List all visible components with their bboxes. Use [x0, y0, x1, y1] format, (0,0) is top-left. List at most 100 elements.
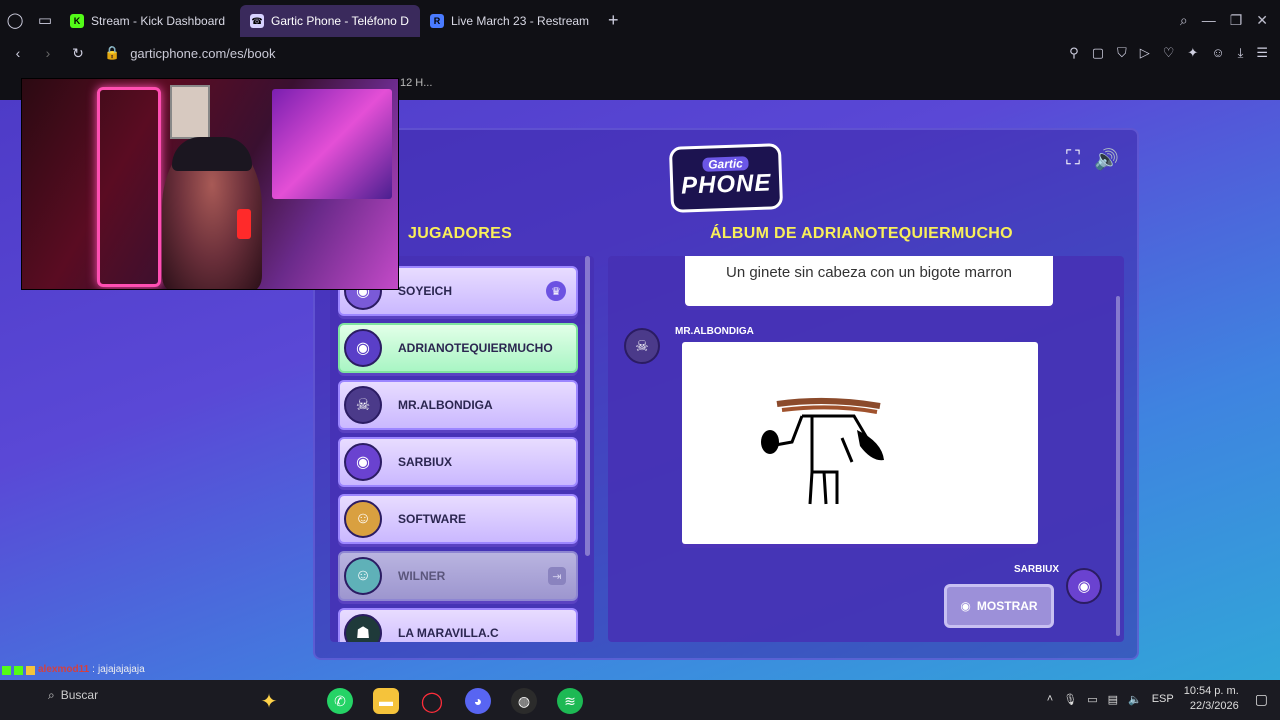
player-name: ADRIANOTEQUIERMUCHO	[398, 341, 553, 355]
player-name: WILNER	[398, 569, 446, 583]
snapshot-icon[interactable]: ▢	[1092, 45, 1104, 61]
wall-poster	[170, 85, 210, 139]
player-row[interactable]: ◉ ADRIANOTEQUIERMUCHO	[338, 323, 578, 373]
tab-overview-icon[interactable]: ▭	[30, 0, 60, 40]
show-button-label: MOSTRAR	[976, 599, 1038, 613]
neon-light	[97, 87, 161, 287]
address-bar: ‹ › ↻ 🔒 garticphone.com/es/book ⚲ ▢ ⛉ ▷ …	[0, 40, 1280, 66]
next-author-name: SARBIUX	[1014, 564, 1060, 575]
chat-badge-icon	[2, 665, 11, 675]
album-heading: ÁLBUM DE ADRIANOTEQUIERMUCHO	[710, 225, 1013, 242]
tab-label: Gartic Phone - Teléfono D	[271, 14, 409, 28]
opera-logo-icon[interactable]: ◯	[0, 0, 30, 40]
headless-rider-drawing	[761, 397, 884, 505]
next-author-avatar: ◉	[1066, 568, 1102, 604]
players-scrollbar[interactable]	[585, 256, 590, 556]
bookmark-item[interactable]: 12 H...	[400, 77, 432, 89]
taskbar-search[interactable]: ⌕ Buscar	[48, 688, 98, 703]
player-row[interactable]: ☗ LA MARAVILLA.C	[338, 608, 578, 642]
search-icon[interactable]: ⌕	[1180, 12, 1188, 29]
whatsapp-icon[interactable]: ✆	[327, 688, 353, 714]
player-avatar: ◉	[344, 329, 382, 367]
player-name: SOYEICH	[398, 284, 453, 298]
heart-icon[interactable]: ♡	[1163, 45, 1175, 61]
drawing-canvas	[682, 342, 1038, 544]
tab-label: Stream - Kick Dashboard	[91, 14, 226, 28]
chat-separator: :	[92, 664, 95, 675]
back-icon[interactable]: ‹	[6, 45, 30, 61]
drawing-author-avatar: ☠	[624, 328, 660, 364]
network-icon[interactable]: ▤	[1108, 693, 1118, 706]
player-row[interactable]: ☺ WILNER ⇥	[338, 551, 578, 601]
players-list: ◉ SOYEICH ♛ ◉ ADRIANOTEQUIERMUCHO ☠ MR.ALBONDI…	[330, 256, 594, 642]
spotify-icon[interactable]: ≋	[557, 688, 583, 714]
window-controls: ⌕ — ❐ ✕	[1180, 12, 1280, 29]
plus-icon[interactable]: +	[608, 10, 619, 31]
discord-icon[interactable]: ◕	[465, 688, 491, 714]
player-avatar: ☠	[344, 386, 382, 424]
player-name: LA MARAVILLA.C	[398, 626, 499, 640]
chat-badge-icon	[26, 665, 35, 675]
menu-icon[interactable]: ☰	[1256, 45, 1268, 61]
windows-taskbar: ⌕ Buscar ✦ ✆ ▬ ◯ ◕ ◍ ≋ ˄ 🎙 ▭ ▤ 🔈 ESP 10:…	[0, 680, 1280, 720]
drawing-author-name: MR.ALBONDIGA	[675, 326, 754, 337]
tab-favicon-icon: ☎	[250, 14, 264, 28]
microphone-icon[interactable]: 🎙	[1063, 693, 1077, 706]
album-panel: Un ginete sin cabeza con un bigote marro…	[608, 256, 1124, 642]
album-scrollbar[interactable]	[1116, 296, 1120, 636]
background-screen	[272, 89, 392, 199]
browser-tab[interactable]: R Live March 23 - Restream	[420, 5, 600, 37]
browser-tab[interactable]: ☎ Gartic Phone - Teléfono D	[240, 5, 420, 37]
opera-icon[interactable]: ◯	[419, 688, 445, 714]
players-heading: JUGADORES	[408, 225, 513, 242]
play-icon[interactable]: ▷	[1140, 45, 1150, 61]
shield-icon[interactable]: ⛉	[1117, 45, 1127, 61]
tab-strip: K Stream - Kick Dashboard ☎ Gartic Phone - …	[60, 3, 600, 37]
game-header-icons: ⛶ 🔊	[1066, 147, 1119, 172]
player-name: MR.ALBONDIGA	[398, 398, 493, 412]
disconnected-icon: ⇥	[548, 567, 566, 585]
copilot-icon[interactable]: ✦	[256, 688, 282, 714]
player-row[interactable]: ◉ SARBIUX	[338, 437, 578, 487]
chat-badge-icon	[14, 665, 23, 675]
show-button[interactable]: ◉ MOSTRAR	[944, 584, 1054, 628]
maximize-icon[interactable]: ❐	[1230, 12, 1243, 29]
clock[interactable]: 10:54 p. m. 22/3/2026	[1184, 684, 1239, 714]
speaker-icon[interactable]: 🔈	[1128, 693, 1142, 706]
notifications-icon[interactable]: ▢	[1255, 691, 1268, 708]
account-icon[interactable]: ☺	[1211, 45, 1224, 61]
chevron-up-icon[interactable]: ˄	[1047, 693, 1053, 705]
folder-icon[interactable]: ▬	[373, 688, 399, 714]
pin-icon[interactable]: ⚲	[1069, 45, 1079, 61]
obs-icon[interactable]: ◍	[511, 688, 537, 714]
url-field[interactable]: 🔒 garticphone.com/es/book	[104, 45, 275, 61]
player-avatar: ☺	[344, 500, 382, 538]
volume-icon[interactable]: 🔊	[1094, 147, 1119, 172]
language-indicator[interactable]: ESP	[1152, 693, 1174, 705]
close-icon[interactable]: ✕	[1256, 12, 1268, 29]
caption-card: Un ginete sin cabeza con un bigote marro…	[685, 256, 1053, 306]
reload-icon[interactable]: ↻	[66, 45, 90, 62]
download-icon[interactable]: ⤓	[1238, 45, 1244, 61]
battery-icon[interactable]: ▭	[1087, 693, 1097, 706]
streamer-cap	[172, 137, 252, 171]
webcam-overlay	[21, 78, 399, 290]
player-row[interactable]: ☠ MR.ALBONDIGA	[338, 380, 578, 430]
player-avatar: ☗	[344, 614, 382, 642]
forward-icon[interactable]: ›	[36, 45, 60, 61]
chat-message: jajajajajaja	[97, 664, 145, 675]
extensions-icon[interactable]: ✦	[1187, 45, 1198, 61]
microphone	[237, 209, 251, 239]
url-text: garticphone.com/es/book	[130, 45, 276, 61]
tab-label: Live March 23 - Restream	[451, 14, 590, 28]
browser-tab[interactable]: K Stream - Kick Dashboard	[60, 5, 240, 37]
tab-favicon-icon: K	[70, 14, 84, 28]
gartic-phone-logo: Gartic PHONE	[668, 143, 784, 213]
player-row[interactable]: ☺ SOFTWARE	[338, 494, 578, 544]
minimize-icon[interactable]: —	[1202, 12, 1216, 29]
search-icon: ⌕	[48, 688, 55, 702]
clock-date: 22/3/2026	[1189, 700, 1239, 712]
browser-tab-bar: ◯ ▭ K Stream - Kick Dashboard ☎ Gartic Phon…	[0, 0, 1280, 40]
logo-bottom-text: PHONE	[680, 169, 772, 200]
fullscreen-icon[interactable]: ⛶	[1066, 147, 1080, 172]
